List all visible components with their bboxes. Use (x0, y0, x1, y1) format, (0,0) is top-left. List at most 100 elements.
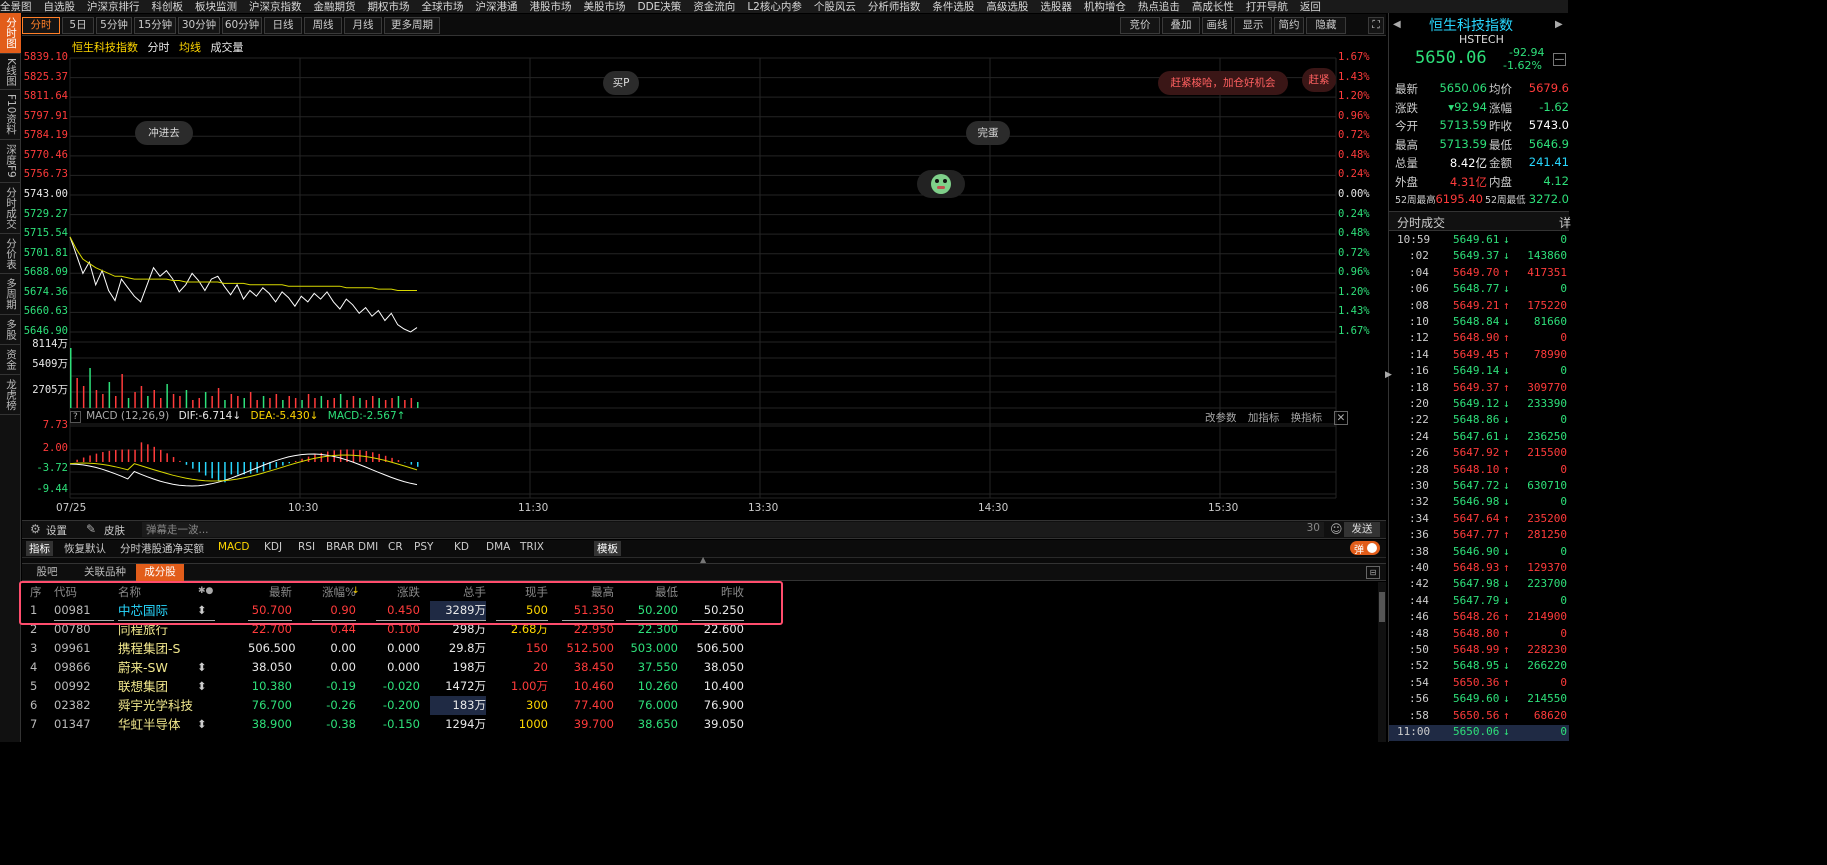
change-params-button[interactable]: 改参数 (1205, 412, 1237, 424)
top-menu-item[interactable]: 选股器 (1040, 1, 1072, 13)
period-button[interactable]: 月线 (344, 17, 382, 34)
top-menu-item[interactable]: 高级选股 (986, 1, 1028, 13)
close-macd-icon[interactable]: ✕ (1333, 411, 1349, 425)
table-row[interactable]: 4 09866 蔚来-SW ⬍ 38.050 0.00 0.000 198万 20 38.450 3… (22, 658, 1376, 677)
danmu-bubble-chong[interactable]: 冲进去 (135, 121, 193, 145)
settings-button[interactable]: 设置 (46, 523, 67, 538)
top-menu-item[interactable]: 资金流向 (693, 1, 735, 13)
top-menu-item[interactable]: 热点追击 (1138, 1, 1180, 13)
switch-indicator-button[interactable]: 换指标 (1291, 412, 1323, 424)
add-indicator-button[interactable]: 加指标 (1248, 412, 1280, 424)
top-menu-item[interactable]: 美股市场 (584, 1, 626, 13)
danmu-input[interactable]: 弹幕走一波... 30 (142, 522, 1324, 537)
indicator-tab[interactable]: DMI (358, 541, 378, 553)
view-option-button[interactable]: 叠加 (1162, 17, 1200, 34)
period-button[interactable]: 更多周期 (384, 17, 440, 34)
next-stock-icon[interactable]: ▶ (1555, 19, 1563, 30)
table-scrollbar[interactable] (1378, 582, 1386, 742)
danmu-bubble-promo[interactable]: 赶紧梭哈，加仓好机会 (1158, 71, 1288, 95)
top-menu-item[interactable]: 期权市场 (368, 1, 410, 13)
left-tab[interactable]: 分时图 (0, 13, 21, 54)
emoji-icon[interactable]: ☺ (1330, 522, 1343, 536)
top-menu-item[interactable]: 个股风云 (814, 1, 856, 13)
indicator-tab[interactable]: BRAR (326, 541, 355, 553)
view-option-button[interactable]: 画线 (1202, 17, 1232, 34)
chart-canvas[interactable] (22, 36, 1386, 520)
ticks-detail-icon[interactable]: 详 (1559, 214, 1571, 231)
top-menu-item[interactable]: 金融期货 (314, 1, 356, 13)
table-row[interactable]: 3 09961 携程集团-S 506.500 0.00 0.000 29.8万 150 512.… (22, 639, 1376, 658)
top-menu-item[interactable]: 科创板 (152, 1, 184, 13)
period-button[interactable]: 5日 (62, 17, 94, 34)
indicator-tab[interactable]: RSI (298, 541, 315, 553)
top-menu-item[interactable]: 机构增仓 (1084, 1, 1126, 13)
top-menu-item[interactable]: 高成长性 (1192, 1, 1234, 13)
prev-stock-icon[interactable]: ◀ (1393, 19, 1401, 30)
table-row[interactable]: 7 01347 华虹半导体 ⬍ 38.900 -0.38 -0.150 1294万 1000 39… (22, 715, 1376, 734)
indicator-tab[interactable]: 模板 (594, 541, 621, 556)
expand-panel-icon[interactable]: ▶ (1385, 370, 1392, 386)
indicator-tab[interactable]: 指标 (26, 541, 53, 556)
top-menu-item[interactable]: 沪深京排行 (87, 1, 140, 13)
period-button[interactable]: 周线 (304, 17, 342, 34)
indicator-tab[interactable]: 恢复默认 (64, 541, 106, 556)
indicator-tab[interactable]: CR (388, 541, 403, 553)
skin-icon[interactable]: ✎ (86, 522, 96, 536)
left-tab[interactable]: 多周期 (0, 274, 21, 315)
view-option-button[interactable]: 显示 (1234, 17, 1272, 34)
period-button[interactable]: 分时 (22, 17, 60, 34)
indicator-tab[interactable]: DMA (486, 541, 510, 553)
gear-icon[interactable]: ⚙ (30, 522, 41, 536)
view-option-button[interactable]: 简约 (1274, 17, 1304, 34)
help-icon[interactable]: ? (70, 411, 81, 423)
skin-button[interactable]: 皮肤 (104, 523, 125, 538)
scrollbar-thumb[interactable] (1379, 592, 1385, 622)
table-row[interactable]: 5 00992 联想集团 ⬍ 10.380 -0.19 -0.020 1472万 1.00万 10… (22, 677, 1376, 696)
left-tab[interactable]: K线图 (0, 54, 21, 91)
view-option-button[interactable]: 隐藏 (1306, 17, 1346, 34)
collapse-icon[interactable]: — (1553, 53, 1566, 66)
view-option-button[interactable]: 竞价 (1120, 17, 1160, 34)
top-menu-item[interactable]: 沪深港通 (476, 1, 518, 13)
period-button[interactable]: 日线 (264, 17, 302, 34)
indicator-tab[interactable]: KD (454, 541, 469, 553)
period-button[interactable]: 15分钟 (134, 17, 176, 34)
indicator-tab[interactable]: PSY (414, 541, 433, 553)
indicator-tab[interactable]: 分时港股通净买额 (120, 541, 204, 556)
maximize-icon[interactable]: ⊟ (1366, 566, 1380, 579)
top-menu-item[interactable]: 板块监测 (195, 1, 237, 13)
top-menu-item[interactable]: 港股市场 (530, 1, 572, 13)
top-menu-item[interactable]: 全球市场 (422, 1, 464, 13)
left-tab[interactable]: 多股 (0, 315, 21, 345)
avatar-bubble[interactable] (917, 170, 965, 198)
intraday-chart[interactable]: 恒生科技指数 分时 均线 成交量 5839.10 5825.37 5811.64 57… (22, 36, 1386, 520)
period-button[interactable]: 30分钟 (178, 17, 220, 34)
tab-guba[interactable]: 股吧 (30, 564, 64, 581)
top-menu-item[interactable]: DDE决策 (638, 1, 682, 13)
period-button[interactable]: 5分钟 (96, 17, 132, 34)
tab-related[interactable]: 关联品种 (76, 564, 134, 581)
period-button[interactable]: 60分钟 (222, 17, 262, 34)
danmu-bubble-buy[interactable]: 买P (603, 71, 639, 95)
top-menu-item[interactable]: 打开导航 (1246, 1, 1288, 13)
left-tab[interactable]: 资金 (0, 345, 21, 375)
top-menu-item[interactable]: L2核心内参 (747, 1, 802, 13)
tab-constituents[interactable]: 成分股 (136, 564, 184, 581)
top-menu-item[interactable]: 沪深京指数 (249, 1, 302, 13)
top-menu-item[interactable]: 自选股 (44, 1, 76, 13)
left-tab[interactable]: 深度F9 (0, 140, 21, 183)
send-button[interactable]: 发送 (1344, 522, 1380, 537)
danmu-toggle[interactable]: 弹 (1350, 541, 1380, 556)
top-menu-item[interactable]: 全景图 (0, 1, 32, 13)
indicator-tab[interactable]: KDJ (264, 541, 282, 553)
indicator-tab[interactable]: MACD (218, 541, 249, 553)
fullscreen-icon[interactable]: ⛶ (1368, 17, 1384, 34)
top-menu-item[interactable]: 返回 (1300, 1, 1321, 13)
danmu-bubble-wan[interactable]: 完蛋 (966, 121, 1010, 145)
table-row[interactable]: 6 02382 舜宇光学科技 76.700 -0.26 -0.200 183万 300 77.4… (22, 696, 1376, 715)
left-tab[interactable]: 分时成交 (0, 183, 21, 234)
left-tab[interactable]: 分价表 (0, 234, 21, 275)
top-menu-item[interactable]: 分析师指数 (868, 1, 921, 13)
danmu-bubble-promo2[interactable]: 赶紧 (1302, 68, 1336, 92)
left-tab[interactable]: F10资料 (0, 90, 21, 140)
